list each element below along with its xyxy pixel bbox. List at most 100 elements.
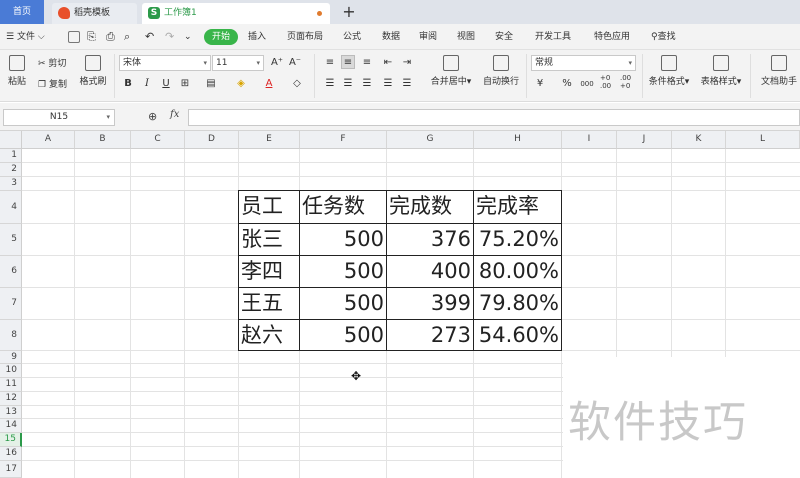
font-name-select[interactable]: 宋体 ▾ <box>119 55 211 71</box>
decrease-font-icon[interactable]: A⁻ <box>288 56 302 70</box>
table-cell[interactable]: 75.20% <box>474 224 562 256</box>
fill-color-icon[interactable]: ◈ <box>234 77 248 91</box>
column-header[interactable]: L <box>726 131 800 149</box>
select-all-corner[interactable] <box>0 131 22 149</box>
menu-developer[interactable]: 开发工具 <box>535 24 571 50</box>
font-size-select[interactable]: 11 ▾ <box>212 55 264 71</box>
row-header[interactable]: 17 <box>0 461 22 478</box>
column-header[interactable]: H <box>474 131 562 149</box>
table-cell[interactable]: 500 <box>300 224 387 256</box>
align-middle-icon[interactable]: ≡ <box>341 55 355 69</box>
column-header[interactable]: I <box>562 131 617 149</box>
row-header[interactable]: 12 <box>0 392 22 406</box>
table-header-cell[interactable]: 员工 <box>239 191 300 224</box>
menu-home[interactable]: 开始 <box>204 29 239 45</box>
row-header[interactable]: 9 <box>0 351 22 364</box>
table-cell[interactable]: 273 <box>387 320 474 351</box>
bold-button[interactable]: B <box>121 77 135 91</box>
clear-format-icon[interactable]: ◇ <box>290 77 304 91</box>
column-header[interactable]: G <box>387 131 474 149</box>
row-header[interactable]: 14 <box>0 419 22 433</box>
thousands-button[interactable]: 000 <box>578 77 596 91</box>
table-cell[interactable]: 400 <box>387 256 474 288</box>
row-header[interactable]: 8 <box>0 320 22 351</box>
new-tab-button[interactable]: + <box>340 2 358 22</box>
underline-button[interactable]: U <box>159 77 173 91</box>
increase-font-icon[interactable]: A⁺ <box>270 56 284 70</box>
undo-icon[interactable]: ↶ <box>145 24 154 50</box>
indent-increase-icon[interactable]: ⇥ <box>400 56 414 70</box>
menu-page-layout[interactable]: 页面布局 <box>287 24 323 50</box>
row-header[interactable]: 4 <box>0 191 22 224</box>
table-cell[interactable]: 500 <box>300 256 387 288</box>
export-icon[interactable]: ⎘ <box>87 24 96 50</box>
border-icon[interactable]: ⊞ <box>178 77 192 91</box>
tab-daoke-template[interactable]: 稻壳模板 <box>52 3 137 24</box>
table-cell[interactable]: 399 <box>387 288 474 320</box>
tab-home[interactable]: 首页 <box>0 0 44 24</box>
row-header[interactable]: 10 <box>0 364 22 378</box>
row-header[interactable]: 1 <box>0 149 22 163</box>
table-style-button[interactable]: 表格样式▾ <box>698 55 744 87</box>
menu-data[interactable]: 数据 <box>382 24 400 50</box>
cell-style-icon[interactable]: ▤ <box>204 77 218 91</box>
paste-button[interactable]: 粘贴 <box>4 55 30 87</box>
row-header[interactable]: 15 <box>0 433 22 447</box>
table-cell[interactable]: 张三 <box>239 224 300 256</box>
formula-input[interactable] <box>188 109 800 126</box>
increase-decimal-button[interactable]: +0 .00 <box>600 74 616 90</box>
row-header[interactable]: 2 <box>0 163 22 177</box>
column-header[interactable]: A <box>22 131 75 149</box>
italic-button[interactable]: I <box>140 77 154 91</box>
row-header[interactable]: 5 <box>0 224 22 256</box>
menu-search[interactable]: ⚲查找 <box>651 24 676 50</box>
align-right-icon[interactable]: ☰ <box>360 77 374 91</box>
table-cell[interactable]: 500 <box>300 320 387 351</box>
merge-center-button[interactable]: 合并居中▾ <box>425 55 477 87</box>
column-header[interactable]: F <box>300 131 387 149</box>
column-header[interactable]: E <box>239 131 300 149</box>
menu-review[interactable]: 审阅 <box>419 24 437 50</box>
align-left-icon[interactable]: ☰ <box>323 77 337 91</box>
customize-icon[interactable]: ⌄ <box>184 24 192 50</box>
menu-view[interactable]: 视图 <box>457 24 475 50</box>
table-cell[interactable]: 赵六 <box>239 320 300 351</box>
table-cell[interactable]: 79.80% <box>474 288 562 320</box>
column-header[interactable]: C <box>131 131 185 149</box>
menu-special[interactable]: 特色应用 <box>594 24 630 50</box>
print-preview-icon[interactable]: ⌕ <box>124 24 130 50</box>
table-header-cell[interactable]: 完成率 <box>474 191 562 224</box>
menu-formula[interactable]: 公式 <box>343 24 361 50</box>
table-cell[interactable]: 500 <box>300 288 387 320</box>
currency-icon[interactable]: ¥ <box>533 77 547 91</box>
column-header[interactable]: J <box>617 131 672 149</box>
distribute-icon[interactable]: ☰ <box>400 77 414 91</box>
table-header-cell[interactable]: 任务数 <box>300 191 387 224</box>
percent-button[interactable]: % <box>560 77 574 91</box>
redo-icon[interactable]: ↷ <box>165 24 174 50</box>
row-header[interactable]: 13 <box>0 406 22 419</box>
justify-icon[interactable]: ☰ <box>381 77 395 91</box>
row-header[interactable]: 3 <box>0 177 22 191</box>
table-cell[interactable]: 李四 <box>239 256 300 288</box>
cut-button[interactable]: ✂ 剪切 <box>38 56 66 69</box>
table-cell[interactable]: 54.60% <box>474 320 562 351</box>
name-box[interactable]: N15 ▾ <box>3 109 115 126</box>
table-cell[interactable]: 376 <box>387 224 474 256</box>
column-header[interactable]: D <box>185 131 239 149</box>
tab-workbook[interactable]: S 工作簿1 <box>142 3 330 24</box>
zoom-icon[interactable]: ⊕ <box>148 110 157 123</box>
copy-button[interactable]: ❐ 复制 <box>38 77 67 90</box>
format-painter-button[interactable]: 格式刷 <box>78 55 108 87</box>
align-bottom-icon[interactable]: ≡ <box>360 56 374 70</box>
table-cell[interactable]: 王五 <box>239 288 300 320</box>
decrease-decimal-button[interactable]: .00 +0 <box>620 74 636 90</box>
doc-helper-button[interactable]: 文档助手 <box>758 55 800 87</box>
column-header[interactable]: K <box>672 131 726 149</box>
indent-decrease-icon[interactable]: ⇤ <box>381 56 395 70</box>
row-header[interactable]: 11 <box>0 378 22 392</box>
font-color-icon[interactable]: A <box>262 77 276 91</box>
menu-security[interactable]: 安全 <box>495 24 513 50</box>
align-center-icon[interactable]: ☰ <box>341 77 355 91</box>
column-header[interactable]: B <box>75 131 131 149</box>
